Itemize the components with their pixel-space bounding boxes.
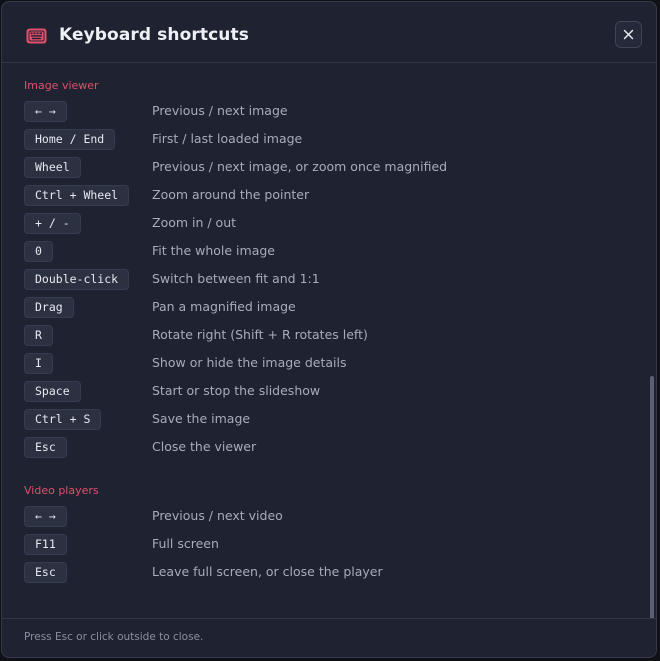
shortcut-description: Full screen [152,536,219,551]
dialog-title: Keyboard shortcuts [59,25,249,45]
shortcut-key: I [24,353,53,374]
keyboard-icon [26,28,47,44]
shortcut-key: Drag [24,297,74,318]
shortcut-key: Wheel [24,157,81,178]
shortcut-description: Start or stop the slideshow [152,383,321,398]
shortcuts-list[interactable]: Image viewer ← → Previous / next image H… [2,63,656,621]
shortcut-key: ← → [24,101,67,122]
shortcut-key: Ctrl + Wheel [24,185,130,206]
section-title-image-viewer: Image viewer [24,79,99,92]
shortcut-description: Save the image [152,411,251,426]
section-title-video-players: Video players [24,484,99,497]
shortcut-description: Close the viewer [152,439,257,454]
shortcut-description: Previous / next image [152,103,288,118]
shortcut-description: Switch between fit and 1:1 [152,271,320,286]
shortcut-key: Ctrl + S [24,409,102,430]
shortcut-description: Pan a magnified image [152,299,296,314]
shortcut-description: Zoom around the pointer [152,187,310,202]
shortcut-key: ← → [24,506,67,527]
footer-hint: Press Esc or click outside to close. [24,631,204,643]
shortcut-description: Show or hide the image details [152,355,347,370]
scrollbar-thumb[interactable] [650,376,654,620]
shortcut-key: R [24,325,53,346]
shortcut-description: Fit the whole image [152,243,275,258]
shortcut-key: 0 [24,241,53,262]
shortcut-description: Leave full screen, or close the player [152,564,383,579]
shortcut-description: First / last loaded image [152,131,303,146]
shortcut-description: Zoom in / out [152,215,237,230]
shortcut-key: F11 [24,534,67,555]
shortcut-key: Home / End [24,129,116,150]
shortcut-key: Esc [24,562,67,583]
dialog-footer: Press Esc or click outside to close. [2,618,656,657]
dialog-header: Keyboard shortcuts [2,2,656,63]
shortcut-key: + / - [24,213,81,234]
shortcut-key: Double-click [24,269,130,290]
close-icon [623,29,634,40]
shortcut-key: Space [24,381,81,402]
shortcut-description: Previous / next video [152,508,283,523]
shortcut-description: Previous / next image, or zoom once magn… [152,159,448,174]
shortcut-description: Rotate right (Shift + R rotates left) [152,327,368,342]
keyboard-shortcuts-dialog: Keyboard shortcuts Image viewer ← → Prev… [1,1,657,658]
close-button[interactable] [615,21,642,48]
shortcut-key: Esc [24,437,67,458]
